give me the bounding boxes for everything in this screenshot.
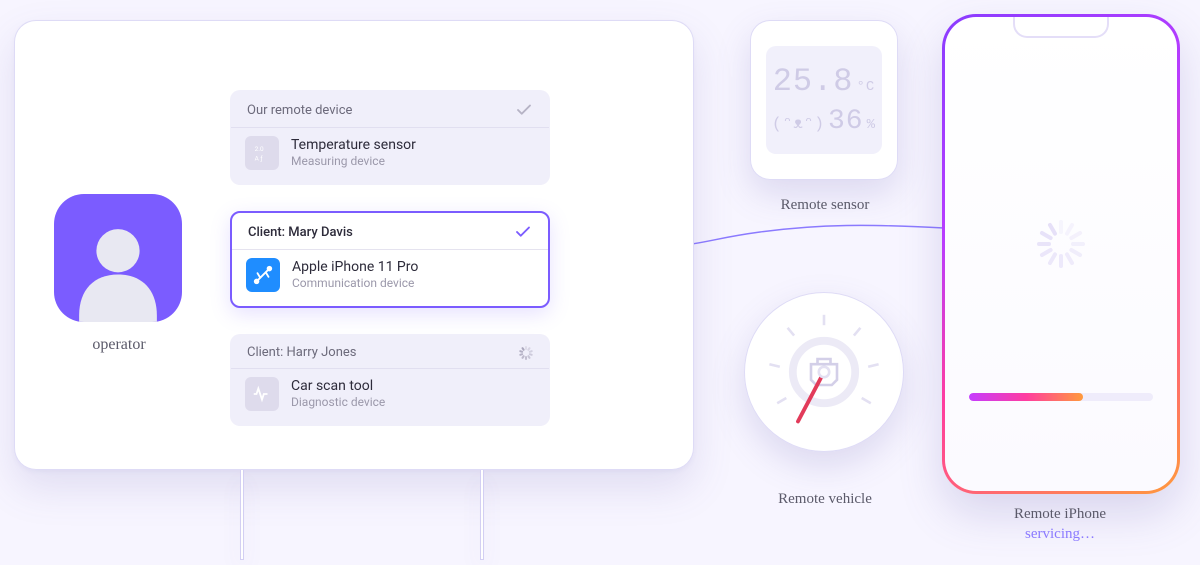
person-icon [64,214,172,322]
svg-text:A ƒ: A ƒ [255,154,264,162]
phone-notch [1010,17,1112,41]
operator-panel: operator Our remote device 2.0A ƒ Temper… [14,20,694,470]
remote-vehicle-gauge [744,292,904,452]
card-subtitle: Communication device [292,276,418,291]
card-title: Apple iPhone 11 Pro [292,259,418,277]
card-title: Car scan tool [291,378,385,396]
loading-spinner-icon [1034,217,1088,271]
temperature-unit: °C [857,79,876,95]
progress-fill [969,393,1083,401]
check-icon [514,223,532,241]
loading-spinner-icon [519,346,533,360]
sensor-face-icon: (ᵔᴥᵔ) [772,115,825,133]
panel-leg [480,470,484,560]
sensor-screen: 25.8 °C (ᵔᴥᵔ) 36 % [766,46,882,154]
humidity-unit: % [867,117,876,133]
card-subtitle: Diagnostic device [291,395,385,410]
ecg-icon [245,377,279,411]
device-cards: Our remote device 2.0A ƒ Temperature sen… [230,50,550,452]
thermo-chip-icon: 2.0A ƒ [245,136,279,170]
card-header: Client: Harry Jones [247,345,357,360]
operator-avatar [54,194,182,322]
operator-label: operator [54,336,184,354]
temperature-value: 25.8 [773,63,854,100]
card-subtitle: Measuring device [291,154,416,169]
panel-leg [240,470,244,560]
device-card-car[interactable]: Client: Harry Jones Car scan tool Diagno… [230,334,550,426]
card-header: Our remote device [247,103,352,118]
remote-sensor: 25.8 °C (ᵔᴥᵔ) 36 % [750,20,898,180]
device-card-iphone[interactable]: Client: Mary Davis Apple iPhone 11 Pro [230,211,550,308]
caption-main: Remote iPhone [1014,506,1106,522]
card-header: Client: Mary Davis [248,225,353,240]
remote-iphone [942,14,1180,494]
device-card-temperature[interactable]: Our remote device 2.0A ƒ Temperature sen… [230,90,550,185]
progress-bar [969,393,1153,401]
remote-vehicle-caption: Remote vehicle [760,490,890,510]
caption-status: servicing… [980,525,1140,545]
svg-text:2.0: 2.0 [255,145,264,153]
usb-icon [246,258,280,292]
remote-sensor-caption: Remote sensor [770,196,880,216]
humidity-value: 36 [828,106,864,137]
card-title: Temperature sensor [291,137,416,155]
gauge-icon [759,307,889,437]
check-icon [515,101,533,119]
remote-iphone-caption: Remote iPhone servicing… [980,505,1140,544]
